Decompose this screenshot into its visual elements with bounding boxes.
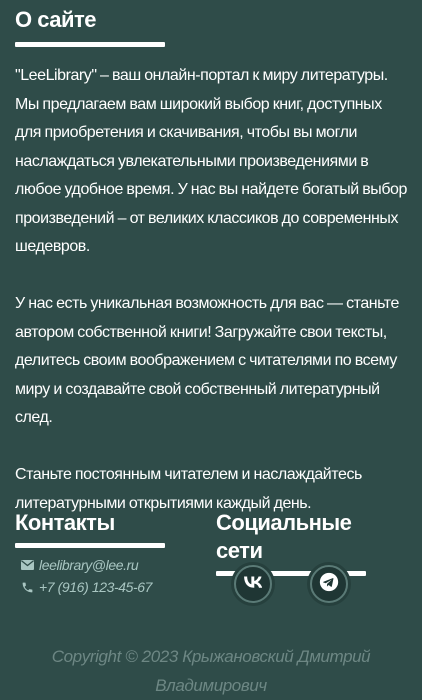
envelope-icon (20, 558, 34, 572)
copyright-line: Copyright © 2023 Крыжановский Дмитрий (51, 647, 371, 666)
contacts-title: Контакты (15, 510, 115, 535)
about-text: "LeeLibrary" – ваш онлайн-портал к миру … (15, 62, 410, 518)
social-section: Социальные сети (216, 509, 396, 603)
social-icons (234, 565, 386, 603)
contact-phone-row: +7 (916) 123-45-67 (15, 576, 175, 598)
vk-icon (244, 575, 263, 593)
email-link[interactable]: leelibrary@lee.ru (39, 557, 139, 573)
contacts-section: Контакты leelibrary@lee.ru +7 (916) 123-… (15, 509, 175, 598)
about-paragraph: У нас есть уникальная возможность для ва… (15, 295, 399, 426)
contact-list: leelibrary@lee.ru +7 (916) 123-45-67 (15, 554, 175, 598)
phone-link[interactable]: +7 (916) 123-45-67 (39, 579, 152, 595)
telegram-icon (319, 572, 339, 597)
about-section: О сайте "LeeLibrary" – ваш онлайн-портал… (15, 6, 410, 518)
contact-email-row: leelibrary@lee.ru (15, 554, 175, 576)
about-title-underline (15, 42, 165, 47)
about-paragraph: "LeeLibrary" – ваш онлайн-портал к миру … (15, 67, 407, 255)
contacts-title-underline (15, 543, 165, 548)
telegram-button[interactable] (310, 565, 348, 603)
copyright-line: Владимирович (155, 676, 267, 695)
phone-icon (20, 580, 34, 594)
footer-copyright: Copyright © 2023 Крыжановский Дмитрий Вл… (0, 642, 422, 700)
social-title: Социальные сети (216, 510, 352, 563)
vk-button[interactable] (234, 565, 272, 603)
about-title: О сайте (15, 7, 97, 32)
